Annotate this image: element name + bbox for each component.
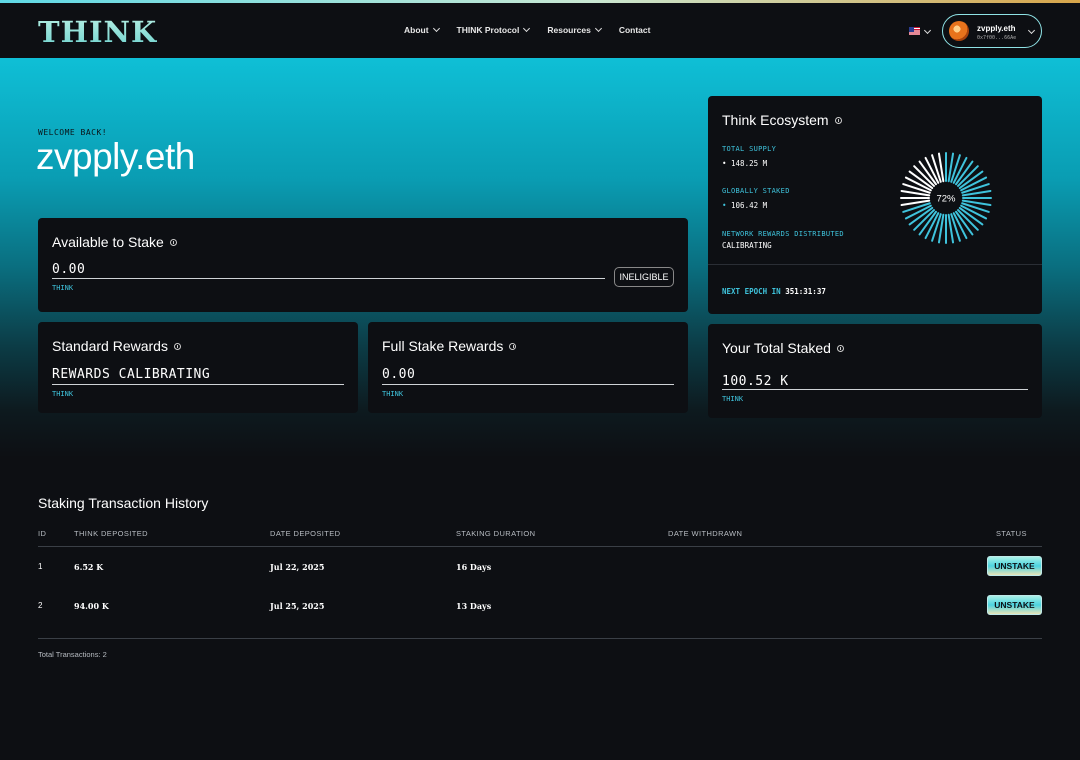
row-id: 2 xyxy=(38,601,43,610)
nav-contact[interactable]: Contact xyxy=(619,25,651,35)
row-date: Jul 25, 2025 xyxy=(270,601,325,611)
chevron-down-icon xyxy=(594,24,602,33)
fullstake-title: Full Stake Rewards xyxy=(382,338,517,354)
row-date: Jul 22, 2025 xyxy=(270,562,325,572)
fullstake-underline xyxy=(382,384,674,385)
wallet-address: 0x7f00...66Ae xyxy=(977,35,1017,41)
radial-percent-label: 72% xyxy=(936,194,956,205)
total-staked-unit: THINK xyxy=(722,395,744,403)
row-id: 1 xyxy=(38,562,43,571)
ecosystem-title-text: Think Ecosystem xyxy=(722,112,829,128)
available-value: 0.00 xyxy=(52,262,86,277)
col-staking-duration: STAKING DURATION xyxy=(456,529,536,538)
unstake-button[interactable]: UNSTAKE xyxy=(987,556,1042,576)
ecosystem-divider xyxy=(708,264,1042,265)
total-transactions: Total Transactions: 2 xyxy=(38,650,107,659)
epoch-value: 351:31:37 xyxy=(785,287,826,296)
think-logo[interactable]: THINK xyxy=(38,15,157,49)
available-title: Available to Stake xyxy=(52,234,177,250)
info-icon[interactable] xyxy=(834,116,842,124)
total-supply-text: 148.25 M xyxy=(731,159,768,168)
fullstake-title-text: Full Stake Rewards xyxy=(382,338,504,354)
language-chevron-down-icon[interactable] xyxy=(923,26,932,35)
available-underline xyxy=(52,278,605,279)
site-header: THINK About THINK Protocol Resources Con… xyxy=(0,3,1080,58)
chevron-down-icon xyxy=(523,24,531,33)
total-staked-title: Your Total Staked xyxy=(722,340,844,356)
nav-about[interactable]: About xyxy=(404,24,440,35)
info-icon[interactable] xyxy=(173,342,181,350)
next-epoch: NEXT EPOCH IN 351:31:37 xyxy=(722,287,826,296)
row-duration: 13 Days xyxy=(456,601,492,611)
table-footer-divider xyxy=(38,638,1042,639)
fullstake-value: 0.00 xyxy=(382,367,416,382)
epoch-label: NEXT EPOCH IN xyxy=(722,287,781,296)
col-status: STATUS xyxy=(996,529,1027,538)
row-deposited: 94.00 K xyxy=(74,601,109,611)
row-duration: 16 Days xyxy=(456,562,492,572)
total-supply-value: • 148.25 M xyxy=(722,159,768,168)
your-total-staked-card xyxy=(708,324,1042,418)
globally-staked-value: • 106.42 M xyxy=(722,201,767,210)
chevron-down-icon xyxy=(432,24,440,33)
ineligible-button[interactable]: INELIGIBLE xyxy=(614,267,674,287)
nav-contact-label: Contact xyxy=(618,25,651,35)
row-deposited: 6.52 K xyxy=(74,562,104,572)
col-id: ID xyxy=(38,529,47,538)
unstake-button[interactable]: UNSTAKE xyxy=(987,595,1042,615)
ecosystem-title: Think Ecosystem xyxy=(722,112,842,128)
info-icon[interactable] xyxy=(836,344,844,352)
network-rewards-label: NETWORK REWARDS DISTRIBUTED xyxy=(722,230,844,238)
network-rewards-value: CALIBRATING xyxy=(722,241,772,250)
available-title-text: Available to Stake xyxy=(52,234,164,250)
available-to-stake-card xyxy=(38,218,688,312)
standard-underline xyxy=(52,384,344,385)
standard-title: Standard Rewards xyxy=(52,338,181,354)
col-date-withdrawn: DATE WITHDRAWN xyxy=(668,529,743,538)
fullstake-unit: THINK xyxy=(382,390,404,398)
chevron-down-icon xyxy=(1027,26,1036,35)
nav-think-protocol[interactable]: THINK Protocol xyxy=(456,24,531,35)
full-stake-rewards-card xyxy=(368,322,688,413)
total-staked-title-text: Your Total Staked xyxy=(722,340,831,356)
col-date-deposited: DATE DEPOSITED xyxy=(270,529,341,538)
history-title: Staking Transaction History xyxy=(38,495,209,511)
bullet-icon: • xyxy=(722,201,727,210)
nav-resources-label: Resources xyxy=(547,25,591,35)
total-staked-underline xyxy=(722,389,1028,390)
nav-resources[interactable]: Resources xyxy=(547,24,602,35)
user-name-heading: zvpply.eth xyxy=(36,136,195,177)
us-flag-icon[interactable] xyxy=(909,27,920,35)
total-staked-value: 100.52 K xyxy=(722,374,789,389)
staked-radial-chart: 72% xyxy=(900,152,992,244)
globally-staked-label: GLOBALLY STAKED xyxy=(722,187,790,195)
main-nav: About THINK Protocol Resources Contact xyxy=(404,24,668,35)
available-unit: THINK xyxy=(52,284,74,292)
avatar xyxy=(949,21,969,41)
standard-unit: THINK xyxy=(52,390,74,398)
standard-value: REWARDS CALIBRATING xyxy=(52,367,211,382)
table-header-divider xyxy=(38,546,1042,547)
col-think-deposited: THINK DEPOSITED xyxy=(74,529,148,538)
wallet-name: zvpply.eth xyxy=(977,24,1016,33)
globally-staked-text: 106.42 M xyxy=(731,201,768,210)
wallet-button[interactable]: zvpply.eth 0x7f00...66Ae xyxy=(942,14,1042,48)
nav-about-label: About xyxy=(404,25,429,35)
total-supply-label: TOTAL SUPPLY xyxy=(722,145,777,153)
nav-think-protocol-label: THINK Protocol xyxy=(456,25,520,35)
info-icon[interactable] xyxy=(169,238,177,246)
standard-title-text: Standard Rewards xyxy=(52,338,168,354)
info-icon[interactable] xyxy=(509,342,517,350)
